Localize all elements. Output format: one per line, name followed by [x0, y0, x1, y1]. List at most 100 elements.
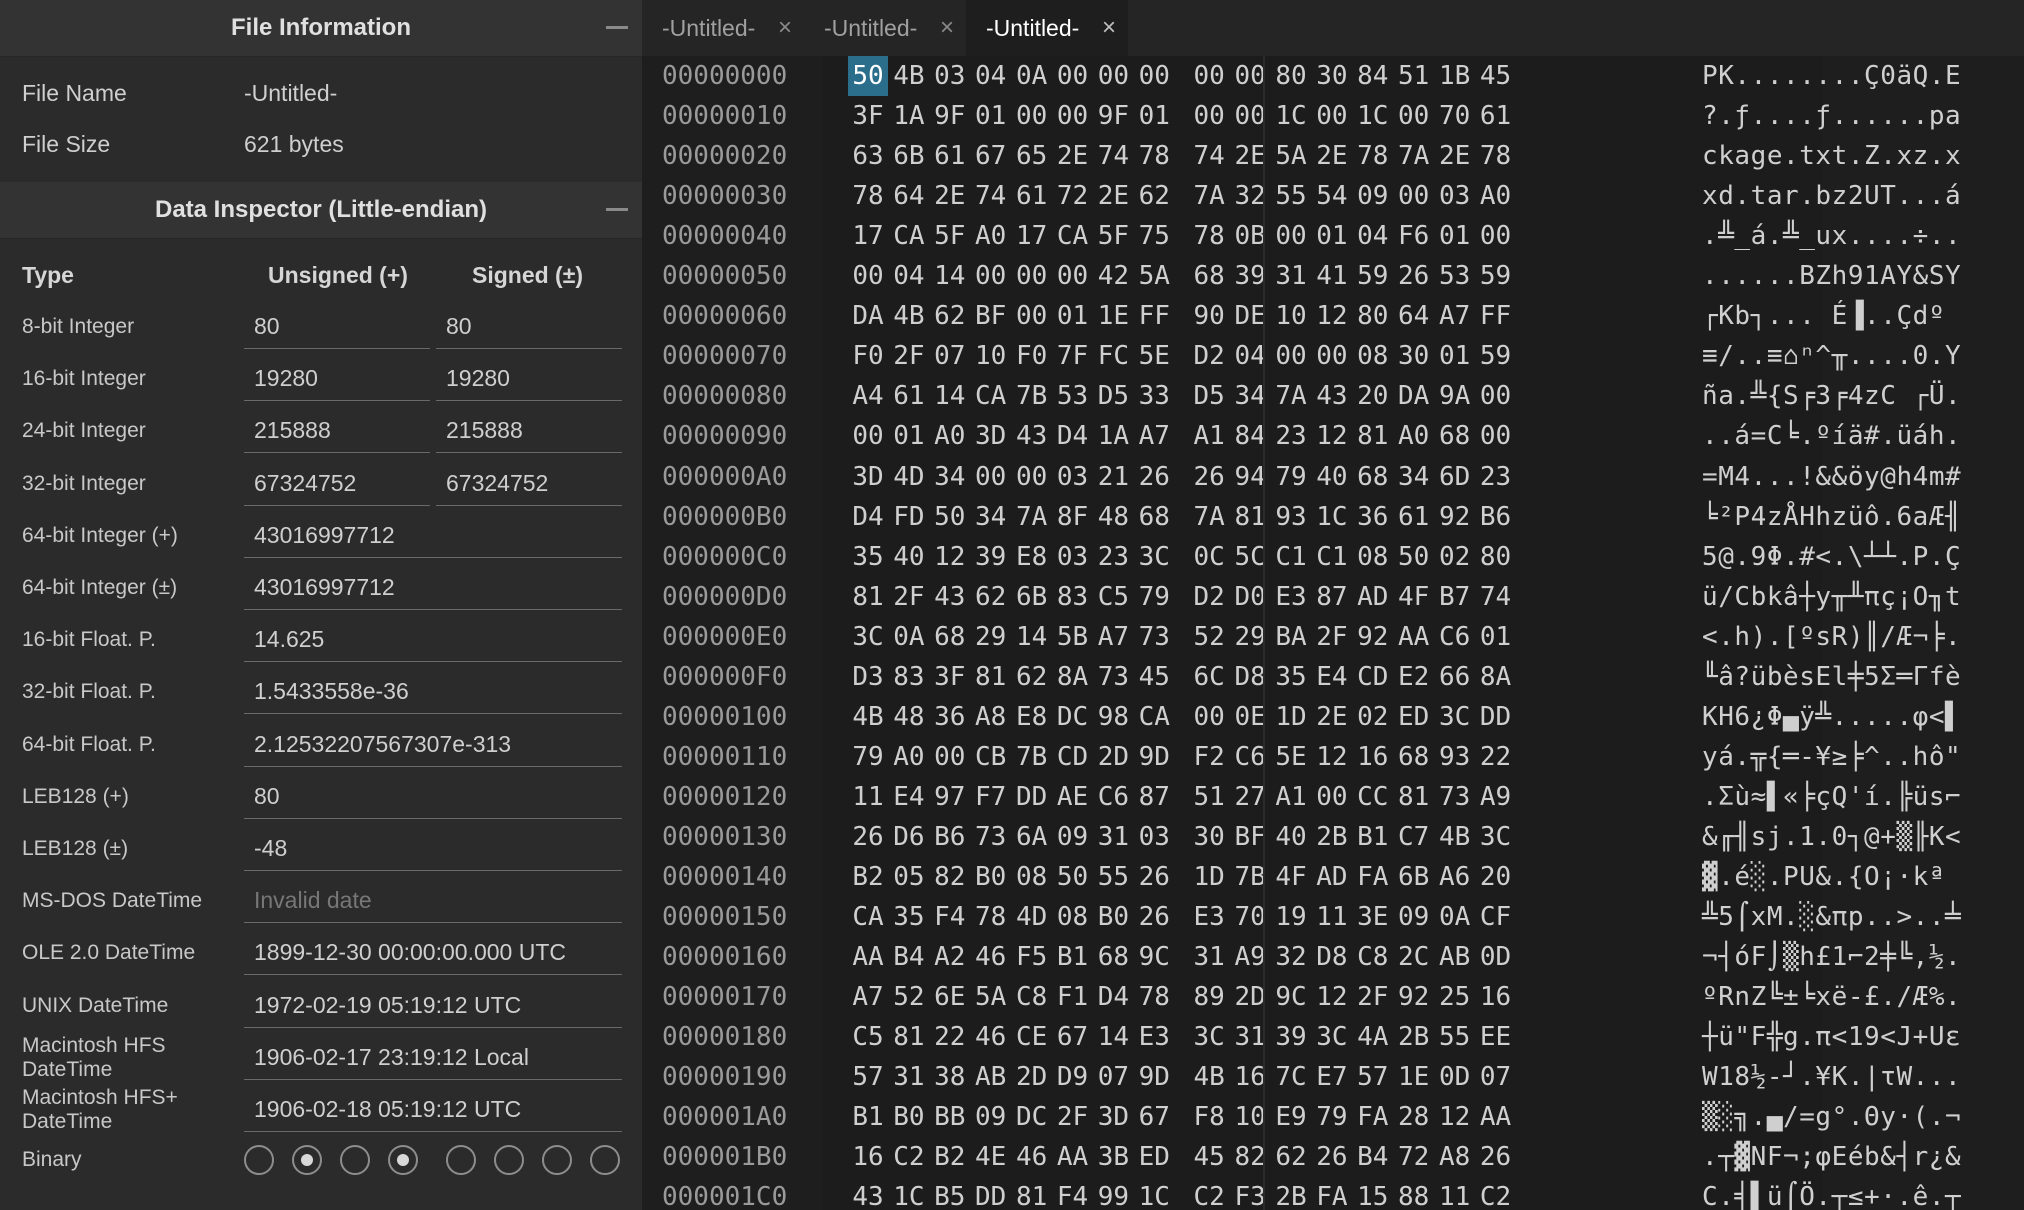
hex-byte[interactable]: 08: [1353, 336, 1393, 376]
hex-byte[interactable]: 01: [1435, 216, 1475, 256]
hex-byte[interactable]: 74: [1189, 136, 1229, 176]
hex-byte[interactable]: 10: [1271, 296, 1311, 336]
hex-byte[interactable]: D8: [1312, 937, 1352, 977]
value-field[interactable]: 1.5433558e-36: [244, 668, 622, 715]
ascii-row[interactable]: <.h).[ºsR)║/Æ¬╞.: [1702, 617, 1961, 657]
hex-byte[interactable]: FF: [1476, 296, 1516, 336]
hex-byte[interactable]: 11: [1435, 1177, 1475, 1210]
hex-byte[interactable]: 1A: [1093, 416, 1133, 456]
hex-byte[interactable]: 82: [930, 857, 970, 897]
hex-byte[interactable]: A1: [1271, 777, 1311, 817]
hex-byte[interactable]: 12: [1312, 737, 1352, 777]
hex-byte[interactable]: 1B: [1435, 56, 1475, 96]
hex-byte[interactable]: C1: [1271, 537, 1311, 577]
hex-byte[interactable]: 65: [1012, 136, 1052, 176]
hex-byte[interactable]: A8: [1435, 1137, 1475, 1177]
hex-byte[interactable]: 78: [1134, 136, 1174, 176]
hex-byte[interactable]: 7B: [1230, 857, 1270, 897]
hex-byte[interactable]: 23: [1271, 416, 1311, 456]
hex-byte[interactable]: 00: [1012, 256, 1052, 296]
hex-byte[interactable]: 6B: [1012, 577, 1052, 617]
hex-byte[interactable]: 68: [1435, 416, 1475, 456]
hex-byte[interactable]: 7F: [1053, 336, 1093, 376]
hex-byte[interactable]: 23: [1093, 537, 1133, 577]
hex-byte[interactable]: 73: [971, 817, 1011, 857]
hex-byte[interactable]: 5A: [971, 977, 1011, 1017]
hex-byte[interactable]: 00: [848, 416, 888, 456]
hex-byte[interactable]: 00: [1394, 96, 1434, 136]
hex-byte[interactable]: 33: [1134, 376, 1174, 416]
hex-byte[interactable]: CA: [971, 376, 1011, 416]
close-tab-icon[interactable]: ×: [1102, 0, 1116, 56]
signed-value-field[interactable]: 67324752: [436, 460, 622, 506]
value-field[interactable]: 43016997712: [244, 564, 622, 610]
hex-byte[interactable]: 61: [930, 136, 970, 176]
hex-byte[interactable]: 5F: [930, 216, 970, 256]
hex-byte[interactable]: 3C: [1476, 817, 1516, 857]
ascii-row[interactable]: KH6¿Φ▄ÿ╩.....φ<▌: [1702, 697, 1961, 737]
hex-byte[interactable]: 52: [889, 977, 929, 1017]
hex-byte[interactable]: 2D: [1093, 737, 1133, 777]
hex-byte[interactable]: A0: [971, 216, 1011, 256]
hex-byte[interactable]: 68: [930, 617, 970, 657]
hex-byte[interactable]: E3: [1134, 1017, 1174, 1057]
hex-byte[interactable]: 07: [1093, 1057, 1133, 1097]
hex-byte[interactable]: 26: [1134, 897, 1174, 937]
value-field[interactable]: -48: [244, 825, 622, 871]
hex-byte[interactable]: 64: [889, 176, 929, 216]
hex-byte[interactable]: DA: [848, 296, 888, 336]
hex-byte[interactable]: A7: [848, 977, 888, 1017]
hex-byte[interactable]: 68: [1353, 457, 1393, 497]
hex-byte[interactable]: 1D: [1271, 697, 1311, 737]
hex-byte[interactable]: BF: [1230, 817, 1270, 857]
hex-byte[interactable]: 00: [1312, 336, 1352, 376]
hex-byte[interactable]: 12: [930, 537, 970, 577]
hex-byte[interactable]: D4: [848, 497, 888, 537]
hex-byte[interactable]: 51: [1394, 56, 1434, 96]
hex-byte[interactable]: 61: [889, 376, 929, 416]
hex-byte[interactable]: A1: [1189, 416, 1229, 456]
hex-byte[interactable]: 26: [1189, 457, 1229, 497]
hex-byte[interactable]: 92: [1435, 497, 1475, 537]
hex-byte[interactable]: 2B: [1271, 1177, 1311, 1210]
hex-byte[interactable]: 01: [971, 96, 1011, 136]
hex-byte[interactable]: 31: [889, 1057, 929, 1097]
hex-byte[interactable]: A9: [1476, 777, 1516, 817]
hex-byte[interactable]: 2E: [1053, 136, 1093, 176]
binary-bit-radio[interactable]: [446, 1145, 476, 1175]
unsigned-value-field[interactable]: 67324752: [244, 460, 430, 506]
hex-byte[interactable]: C5: [1093, 577, 1133, 617]
hex-byte[interactable]: 2E: [1312, 697, 1352, 737]
hex-byte[interactable]: 74: [1093, 136, 1133, 176]
hex-byte[interactable]: 52: [1189, 617, 1229, 657]
hex-byte[interactable]: C8: [1353, 937, 1393, 977]
value-field[interactable]: 1906-02-17 23:19:12 Local: [244, 1034, 622, 1080]
hex-byte[interactable]: 68: [1189, 256, 1229, 296]
hex-byte[interactable]: 80: [1271, 56, 1311, 96]
ascii-row[interactable]: ╘²P4zÅHhzüô.6aÆ╢: [1702, 497, 1961, 537]
hex-byte[interactable]: 2F: [889, 336, 929, 376]
hex-byte[interactable]: 94: [1230, 457, 1270, 497]
hex-byte[interactable]: 67: [971, 136, 1011, 176]
hex-byte[interactable]: 6A: [1012, 817, 1052, 857]
hex-byte[interactable]: BF: [971, 296, 1011, 336]
hex-byte[interactable]: 81: [971, 657, 1011, 697]
hex-byte[interactable]: 40: [1312, 457, 1352, 497]
hex-byte[interactable]: 66: [1435, 657, 1475, 697]
hex-byte[interactable]: CE: [1012, 1017, 1052, 1057]
hex-editor[interactable]: 00000000 00000010 00000020 00000030 00000040…: [642, 56, 2024, 1210]
hex-byte[interactable]: 01: [1053, 296, 1093, 336]
hex-byte[interactable]: 74: [971, 176, 1011, 216]
hex-byte[interactable]: 68: [1394, 737, 1434, 777]
hex-byte[interactable]: 16: [1230, 1057, 1270, 1097]
hex-byte[interactable]: 12: [1435, 1097, 1475, 1137]
hex-byte[interactable]: CA: [1134, 697, 1174, 737]
hex-byte[interactable]: 2E: [1312, 136, 1352, 176]
editor-tab[interactable]: -Untitled- ×: [642, 0, 804, 56]
hex-byte[interactable]: 50: [848, 56, 888, 96]
hex-byte[interactable]: 55: [1271, 176, 1311, 216]
hex-byte[interactable]: 00: [1012, 296, 1052, 336]
hex-byte[interactable]: E4: [1312, 657, 1352, 697]
hex-byte[interactable]: 7A: [1271, 376, 1311, 416]
hex-byte[interactable]: 14: [1012, 617, 1052, 657]
